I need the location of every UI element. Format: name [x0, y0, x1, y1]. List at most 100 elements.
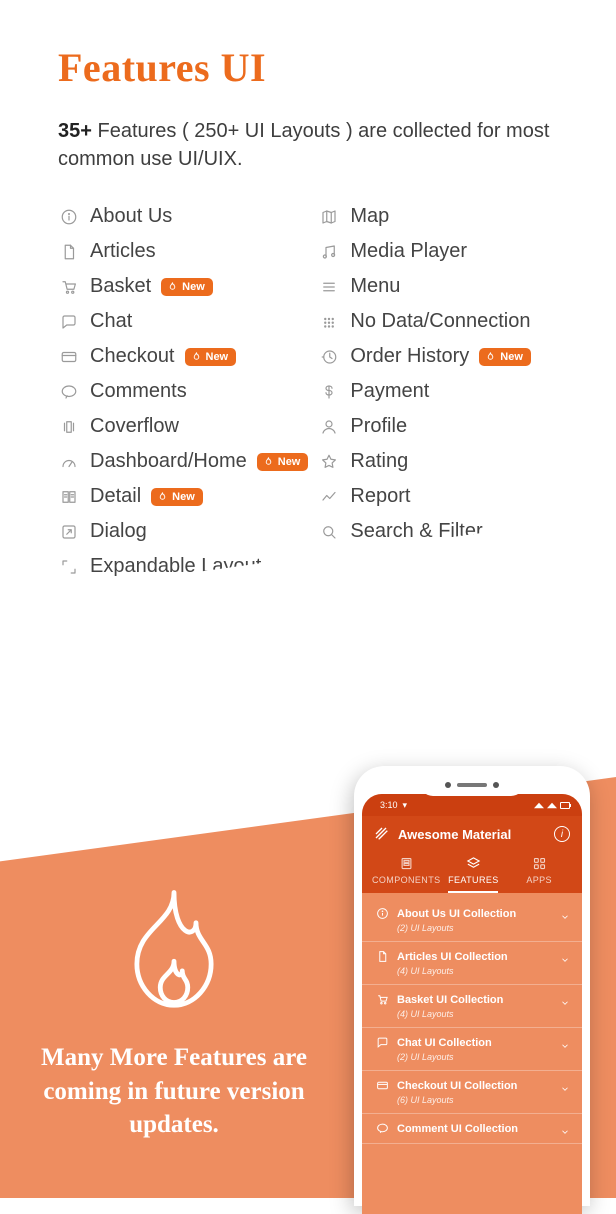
- lead-bold: 35+: [58, 120, 92, 142]
- phone-mockup: 3:10 ▾ Awesome Material i COMPONENTS FEA…: [354, 766, 590, 1206]
- feature-item: Payment: [318, 374, 568, 409]
- feature-item: No Data/Connection: [318, 304, 568, 339]
- phone-notch: [419, 774, 525, 796]
- tab-components[interactable]: COMPONENTS: [372, 852, 441, 893]
- feature-label: Media Player: [350, 240, 467, 263]
- feature-label: Comments: [90, 380, 187, 403]
- feature-label: No Data/Connection: [350, 310, 530, 333]
- feature-item: Report: [318, 479, 568, 514]
- collection-row[interactable]: Checkout UI Collection(6) UI Layouts: [362, 1071, 582, 1114]
- feature-item: Dialog: [58, 514, 308, 549]
- feature-item: About Us: [58, 199, 308, 234]
- wifi-icon: [534, 802, 544, 808]
- info-icon[interactable]: i: [554, 826, 570, 842]
- feature-label: Dashboard/Home: [90, 450, 247, 473]
- feature-item: Map: [318, 199, 568, 234]
- chevron-down-icon: [560, 909, 570, 919]
- battery-icon: [560, 802, 570, 809]
- feature-label: Dialog: [90, 520, 147, 543]
- feature-label: About Us: [90, 205, 172, 228]
- phone-list: About Us UI Collection(2) UI LayoutsArti…: [362, 893, 582, 1144]
- dollar-icon: [318, 381, 340, 403]
- tab-features[interactable]: FEATURES: [441, 852, 507, 893]
- feature-label: Payment: [350, 380, 429, 403]
- feature-item: Dashboard/Home New: [58, 444, 308, 479]
- feature-item: Coverflow: [58, 409, 308, 444]
- card-icon: [58, 346, 80, 368]
- book-icon: [58, 486, 80, 508]
- page-title: Features UI: [58, 44, 568, 91]
- file-icon: [58, 241, 80, 263]
- feature-item: Profile: [318, 409, 568, 444]
- status-bar: 3:10 ▾: [362, 794, 582, 816]
- collection-row[interactable]: Comment UI Collection: [362, 1114, 582, 1144]
- collection-row[interactable]: Articles UI Collection(4) UI Layouts: [362, 942, 582, 985]
- feature-item: Media Player: [318, 234, 568, 269]
- expand-icon: [58, 556, 80, 578]
- chevron-down-icon: [560, 1081, 570, 1091]
- feature-label: Coverflow: [90, 415, 179, 438]
- chevron-down-icon: [560, 1038, 570, 1048]
- chevron-down-icon: [560, 995, 570, 1005]
- feature-item: Checkout New: [58, 339, 308, 374]
- flame-icon: [119, 883, 229, 1023]
- feature-item: Chat: [58, 304, 308, 339]
- feature-item: Articles: [58, 234, 308, 269]
- coverflow-icon: [58, 416, 80, 438]
- star-icon: [318, 451, 340, 473]
- map-icon: [318, 206, 340, 228]
- feature-item: Menu: [318, 269, 568, 304]
- cart-icon: [58, 276, 80, 298]
- feature-item: Detail New: [58, 479, 308, 514]
- feature-label: Chat: [90, 310, 132, 333]
- promo-message: Many More Features are coming in future …: [24, 883, 324, 1142]
- chart-icon: [318, 486, 340, 508]
- tabs: COMPONENTS FEATURES APPS: [372, 852, 572, 893]
- feature-label: Report: [350, 485, 410, 508]
- feature-label: Basket: [90, 275, 151, 298]
- info-icon: [58, 206, 80, 228]
- promo-text: Many More Features are coming in future …: [24, 1041, 324, 1142]
- dots-icon: [318, 311, 340, 333]
- chat-icon: [58, 311, 80, 333]
- external-icon: [58, 521, 80, 543]
- feature-label: Order History: [350, 345, 469, 368]
- feature-label: Rating: [350, 450, 408, 473]
- history-icon: [318, 346, 340, 368]
- gauge-icon: [58, 451, 80, 473]
- feature-label: Profile: [350, 415, 407, 438]
- tab-apps[interactable]: APPS: [506, 852, 572, 893]
- chevron-down-icon: [560, 1124, 570, 1134]
- feature-label: Articles: [90, 240, 156, 263]
- feature-label: Map: [350, 205, 389, 228]
- app-brand: Awesome Material: [374, 826, 511, 842]
- feature-label: Detail: [90, 485, 141, 508]
- user-icon: [318, 416, 340, 438]
- collection-row[interactable]: About Us UI Collection(2) UI Layouts: [362, 899, 582, 942]
- collection-row[interactable]: Chat UI Collection(2) UI Layouts: [362, 1028, 582, 1071]
- menu-icon: [318, 276, 340, 298]
- feature-label: Checkout: [90, 345, 175, 368]
- feature-label: Menu: [350, 275, 400, 298]
- feature-item: Order History New: [318, 339, 568, 374]
- status-time: 3:10 ▾: [380, 800, 407, 811]
- chevron-down-icon: [560, 952, 570, 962]
- new-badge: New: [185, 348, 237, 366]
- app-bar: Awesome Material i COMPONENTS FEATURES A…: [362, 816, 582, 893]
- feature-item: Basket New: [58, 269, 308, 304]
- collection-row[interactable]: Basket UI Collection(4) UI Layouts: [362, 985, 582, 1028]
- new-badge: New: [161, 278, 213, 296]
- new-badge: New: [151, 488, 203, 506]
- app-title: Awesome Material: [398, 827, 511, 842]
- new-badge: New: [257, 453, 309, 471]
- feature-item: Comments: [58, 374, 308, 409]
- lead-text: 35+ Features ( 250+ UI Layouts ) are col…: [58, 117, 568, 173]
- feature-item: Rating: [318, 444, 568, 479]
- phone-screen: 3:10 ▾ Awesome Material i COMPONENTS FEA…: [362, 794, 582, 1214]
- signal-icon: [547, 802, 557, 808]
- music-icon: [318, 241, 340, 263]
- search-icon: [318, 521, 340, 543]
- lead-rest: Features ( 250+ UI Layouts ) are collect…: [58, 120, 549, 170]
- new-badge: New: [479, 348, 531, 366]
- comment-icon: [58, 381, 80, 403]
